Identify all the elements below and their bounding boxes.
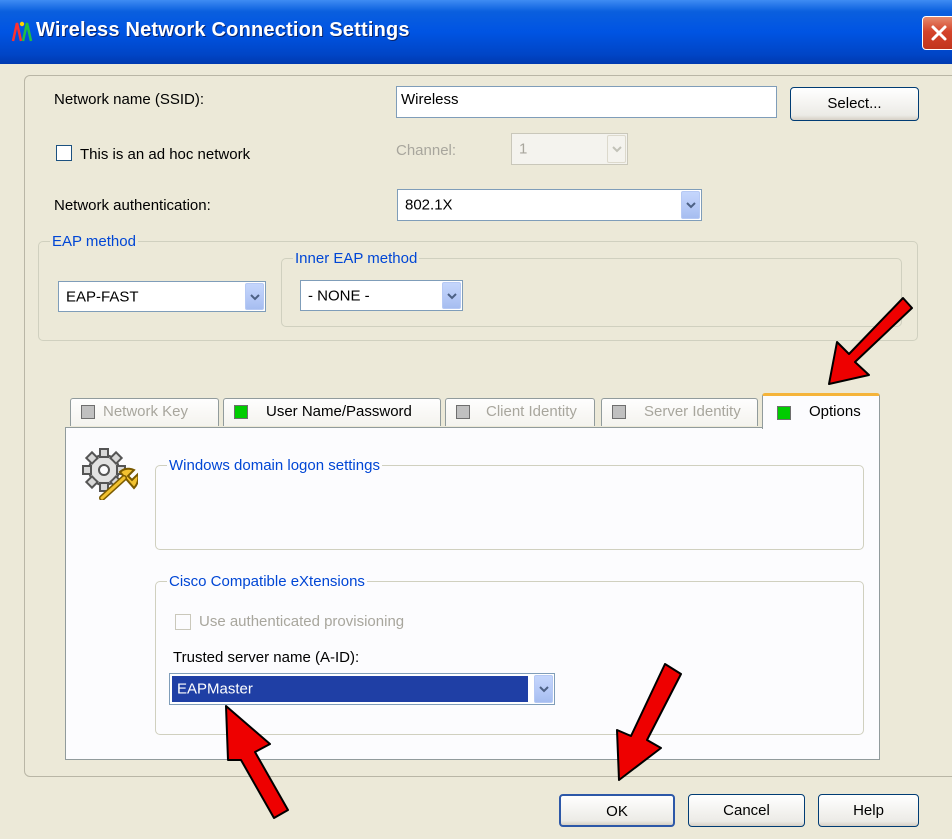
annotation-arrow-icon [616, 663, 682, 781]
provisioning-checkbox[interactable] [175, 614, 191, 630]
cancel-button[interactable]: Cancel [688, 794, 805, 827]
tab-label: Server Identity [644, 403, 741, 420]
help-button[interactable]: Help [818, 794, 919, 827]
ssid-value: Wireless [401, 91, 459, 108]
status-indicator [456, 405, 470, 419]
auth-select[interactable]: 802.1X [397, 189, 702, 221]
inner-eap-dropdown-arrow[interactable] [442, 282, 461, 309]
tab-label: Client Identity [486, 403, 577, 420]
auth-label: Network authentication: [54, 197, 211, 214]
channel-dropdown-arrow[interactable] [607, 135, 626, 163]
tab-server-identity[interactable]: Server Identity [601, 398, 758, 426]
tab-options[interactable]: Options [762, 393, 880, 429]
tab-label: User Name/Password [266, 403, 412, 420]
eap-method-label: EAP method [50, 233, 138, 250]
auth-dropdown-arrow[interactable] [681, 191, 700, 219]
status-indicator [612, 405, 626, 419]
ssid-input[interactable]: Wireless [396, 86, 777, 118]
inner-eap-value: - NONE - [308, 287, 370, 304]
chevron-down-icon [447, 292, 457, 299]
ssid-label: Network name (SSID): [54, 91, 205, 108]
inner-eap-label: Inner EAP method [293, 250, 420, 267]
adhoc-label: This is an ad hoc network [80, 146, 251, 163]
chevron-down-icon [250, 293, 260, 300]
trusted-server-dropdown-arrow[interactable] [534, 675, 553, 703]
annotation-arrow-icon [225, 705, 289, 819]
eap-dropdown-arrow[interactable] [245, 283, 264, 310]
annotation-arrow-icon [828, 297, 913, 385]
close-icon [931, 25, 947, 41]
status-indicator [777, 406, 791, 420]
chevron-down-icon [686, 202, 696, 209]
eap-method-select[interactable]: EAP-FAST [58, 281, 266, 312]
window-title: Wireless Network Connection Settings [36, 19, 410, 41]
status-indicator [81, 405, 95, 419]
tab-client-identity[interactable]: Client Identity [445, 398, 595, 426]
select-button[interactable]: Select... [790, 87, 919, 121]
status-indicator [234, 405, 248, 419]
inner-eap-select[interactable]: - NONE - [300, 280, 463, 311]
windows-logon-label: Windows domain logon settings [167, 457, 382, 474]
adhoc-checkbox[interactable] [56, 145, 72, 161]
channel-label: Channel: [396, 142, 457, 159]
close-button[interactable] [922, 16, 952, 50]
provisioning-label: Use authenticated provisioning [199, 613, 405, 630]
tab-label: Network Key [103, 403, 189, 420]
chevron-down-icon [539, 686, 549, 693]
title-bar[interactable]: Wireless Network Connection Settings [0, 0, 952, 64]
tab-network-key[interactable]: Network Key [70, 398, 219, 426]
channel-select[interactable]: 1 [511, 133, 628, 165]
ok-button[interactable]: OK [559, 794, 675, 827]
channel-value: 1 [519, 140, 528, 158]
tab-user-name-password[interactable]: User Name/Password [223, 398, 441, 426]
trusted-server-value: EAPMaster [177, 680, 253, 698]
dialog-window: Wireless Network Connection Settings Net… [0, 0, 952, 839]
chevron-down-icon [612, 146, 622, 153]
wireless-app-icon [11, 21, 33, 42]
windows-logon-group [155, 465, 864, 550]
tab-label: Options [809, 403, 861, 420]
gear-wrench-icon [82, 448, 138, 500]
auth-value: 802.1X [405, 196, 453, 214]
trusted-server-label: Trusted server name (A-ID): [173, 649, 360, 666]
eap-method-value: EAP-FAST [66, 288, 139, 305]
cisco-label: Cisco Compatible eXtensions [167, 573, 367, 590]
